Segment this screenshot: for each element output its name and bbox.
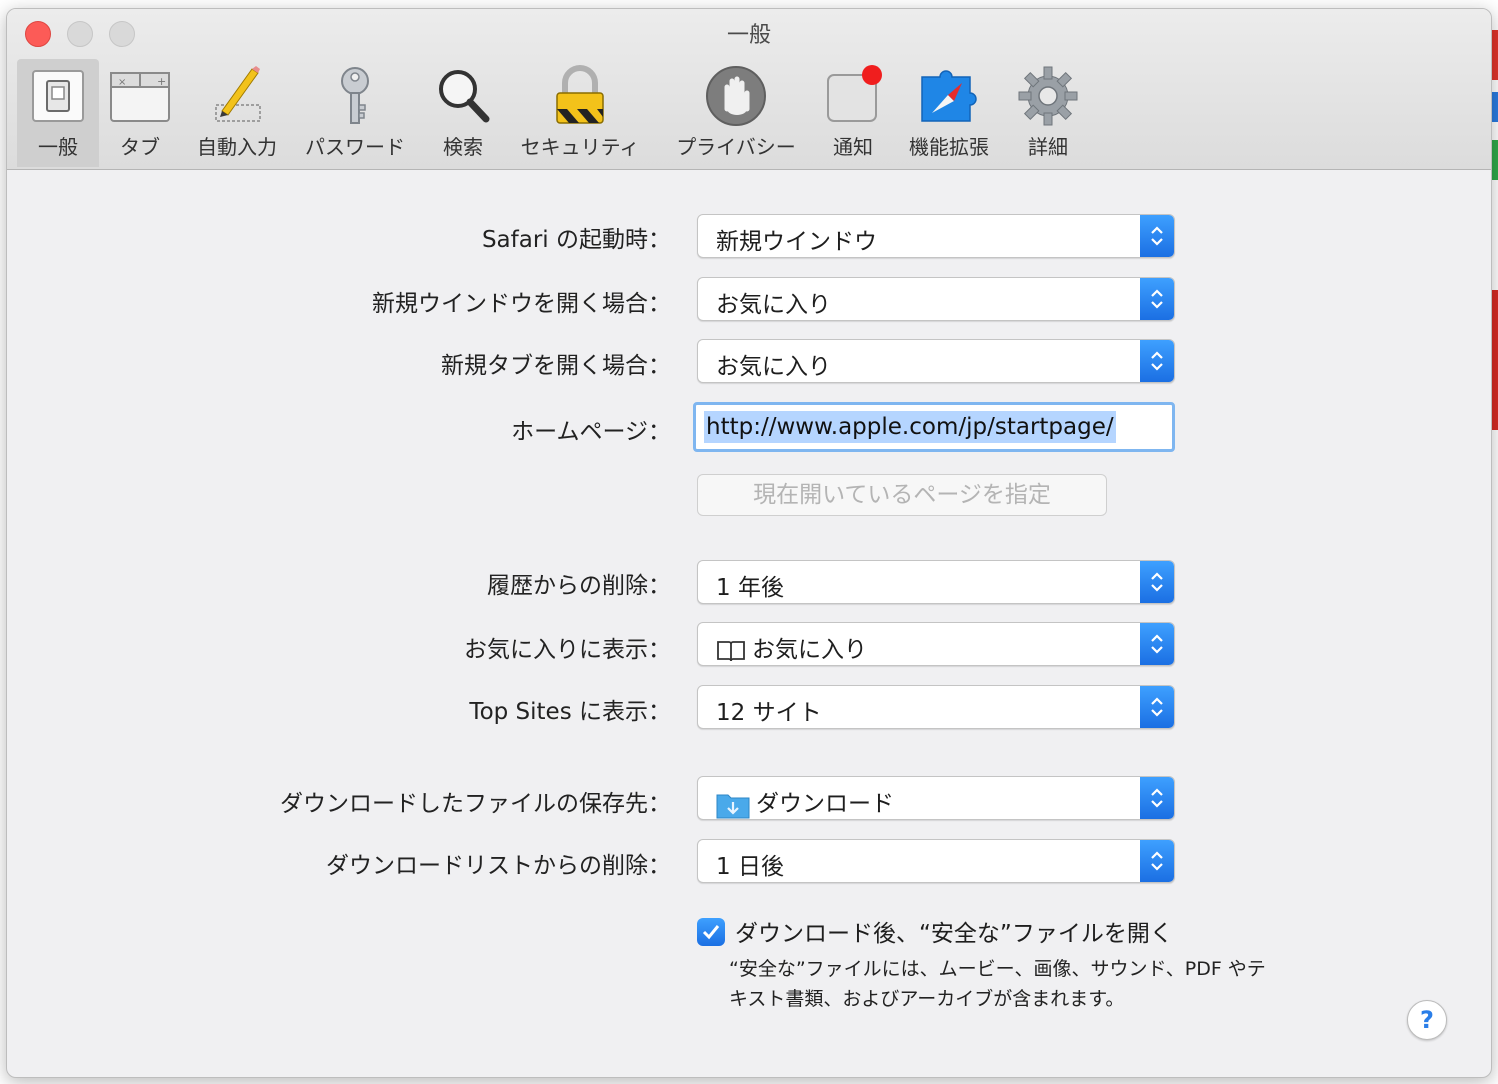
new-window-label: 新規ウインドウを開く場合：: [372, 291, 671, 317]
tab-notifications[interactable]: 通知: [819, 59, 887, 167]
general-switch-icon: [32, 70, 84, 122]
popup-arrows-icon: [1140, 777, 1174, 819]
tab-advanced-label: 詳細: [1028, 135, 1068, 159]
launch-popup[interactable]: 新規ウインドウ: [697, 214, 1175, 258]
tab-general[interactable]: 一般: [17, 59, 99, 167]
tab-advanced[interactable]: 詳細: [1013, 59, 1083, 167]
key-icon: [341, 67, 369, 124]
tab-security-label: セキュリティ: [520, 135, 640, 159]
tab-security[interactable]: セキュリティ: [509, 59, 651, 167]
launch-value: 新規ウインドウ: [716, 229, 877, 255]
favorites-show-popup[interactable]: お気に入り: [697, 622, 1175, 666]
tab-extensions[interactable]: 機能拡張: [897, 59, 1001, 167]
popup-arrows-icon: [1140, 278, 1174, 320]
homepage-input[interactable]: http://www.apple.com/jp/startpage/: [693, 402, 1175, 452]
tab-search-label: 検索: [443, 135, 483, 159]
history-removal-value: 1 年後: [716, 575, 784, 601]
checkmark-icon: [702, 925, 720, 940]
svg-text:×: ×: [118, 77, 126, 88]
download-list-removal-value: 1 日後: [716, 854, 784, 880]
padlock-icon: [556, 65, 604, 124]
tab-extensions-label: 機能拡張: [909, 135, 989, 159]
tab-autofill-label: 自動入力: [197, 135, 277, 159]
popup-arrows-icon: [1140, 623, 1174, 665]
tab-passwords[interactable]: パスワード: [297, 59, 413, 167]
launch-label: Safari の起動時：: [481, 227, 671, 253]
window-title: 一般: [726, 23, 771, 48]
notification-icon: [827, 65, 882, 122]
preferences-window: 一般 一般 × + タブ 自動入力 パスワード 検索 セキュリティ プライバシー…: [6, 8, 1492, 1078]
download-list-removal-label: ダウンロードリストからの削除：: [326, 853, 671, 879]
download-list-removal-popup[interactable]: 1 日後: [697, 839, 1175, 883]
favorites-show-value-wrap: お気に入り: [716, 630, 867, 664]
favorites-show-label: お気に入りに表示：: [464, 637, 671, 663]
download-location-value: ダウンロード: [756, 791, 894, 817]
popup-arrows-icon: [1140, 340, 1174, 382]
downloads-folder-icon: [716, 794, 750, 818]
top-sites-value: 12 サイト: [716, 700, 822, 726]
history-removal-popup[interactable]: 1 年後: [697, 560, 1175, 604]
open-safe-files-checkbox[interactable]: [697, 918, 725, 946]
tab-tabs[interactable]: × + タブ: [103, 59, 177, 167]
help-button[interactable]: ?: [1407, 1000, 1447, 1040]
title-bar: 一般 一般 × + タブ 自動入力 パスワード 検索 セキュリティ プライバシー…: [7, 9, 1491, 170]
tab-general-label: 一般: [38, 135, 78, 159]
tab-privacy-label: プライバシー: [676, 135, 796, 159]
homepage-label: ホームページ：: [511, 419, 671, 445]
tab-privacy[interactable]: プライバシー: [663, 59, 809, 167]
homepage-value: http://www.apple.com/jp/startpage/: [704, 411, 1116, 443]
popup-arrows-icon: [1140, 561, 1174, 603]
download-location-popup[interactable]: ダウンロード: [697, 776, 1175, 820]
favorites-show-value: お気に入り: [752, 637, 867, 663]
set-current-page-button[interactable]: 現在開いているページを指定: [697, 474, 1107, 516]
download-location-label: ダウンロードしたファイルの保存先：: [280, 791, 671, 817]
new-tab-label: 新規タブを開く場合：: [441, 353, 671, 379]
open-safe-files-label[interactable]: ダウンロード後、“安全な”ファイルを開く: [735, 914, 1173, 948]
new-window-popup[interactable]: お気に入り: [697, 277, 1175, 321]
magnifier-icon: [439, 70, 490, 123]
svg-text:+: +: [157, 75, 166, 88]
new-tab-popup[interactable]: お気に入り: [697, 339, 1175, 383]
history-removal-label: 履歴からの削除：: [487, 573, 671, 599]
general-settings-pane: Safari の起動時： 新規ウインドウ 新規ウインドウを開く場合： お気に入り…: [7, 170, 1491, 1077]
popup-arrows-icon: [1140, 840, 1174, 882]
extension-compass-icon: [921, 70, 977, 122]
pencil-icon: [215, 66, 261, 122]
popup-arrows-icon: [1140, 686, 1174, 728]
popup-arrows-icon: [1140, 215, 1174, 257]
tab-search[interactable]: 検索: [427, 59, 499, 167]
hand-icon: [706, 66, 766, 126]
book-icon: [717, 640, 745, 661]
new-tab-value: お気に入り: [716, 354, 831, 380]
top-sites-popup[interactable]: 12 サイト: [697, 685, 1175, 729]
tab-notifications-label: 通知: [833, 135, 873, 159]
gear-icon: [1018, 66, 1078, 126]
tab-passwords-label: パスワード: [305, 135, 405, 159]
download-location-value-wrap: ダウンロード: [716, 784, 894, 819]
tab-autofill[interactable]: 自動入力: [187, 59, 287, 167]
open-safe-files-note: “安全な”ファイルには、ムービー、画像、サウンド、PDF やテキスト書類、および…: [729, 958, 1266, 1010]
tab-tabs-label: タブ: [120, 135, 160, 159]
tabs-icon: × +: [110, 72, 170, 122]
new-window-value: お気に入り: [716, 292, 831, 318]
top-sites-label: Top Sites に表示：: [469, 699, 671, 725]
